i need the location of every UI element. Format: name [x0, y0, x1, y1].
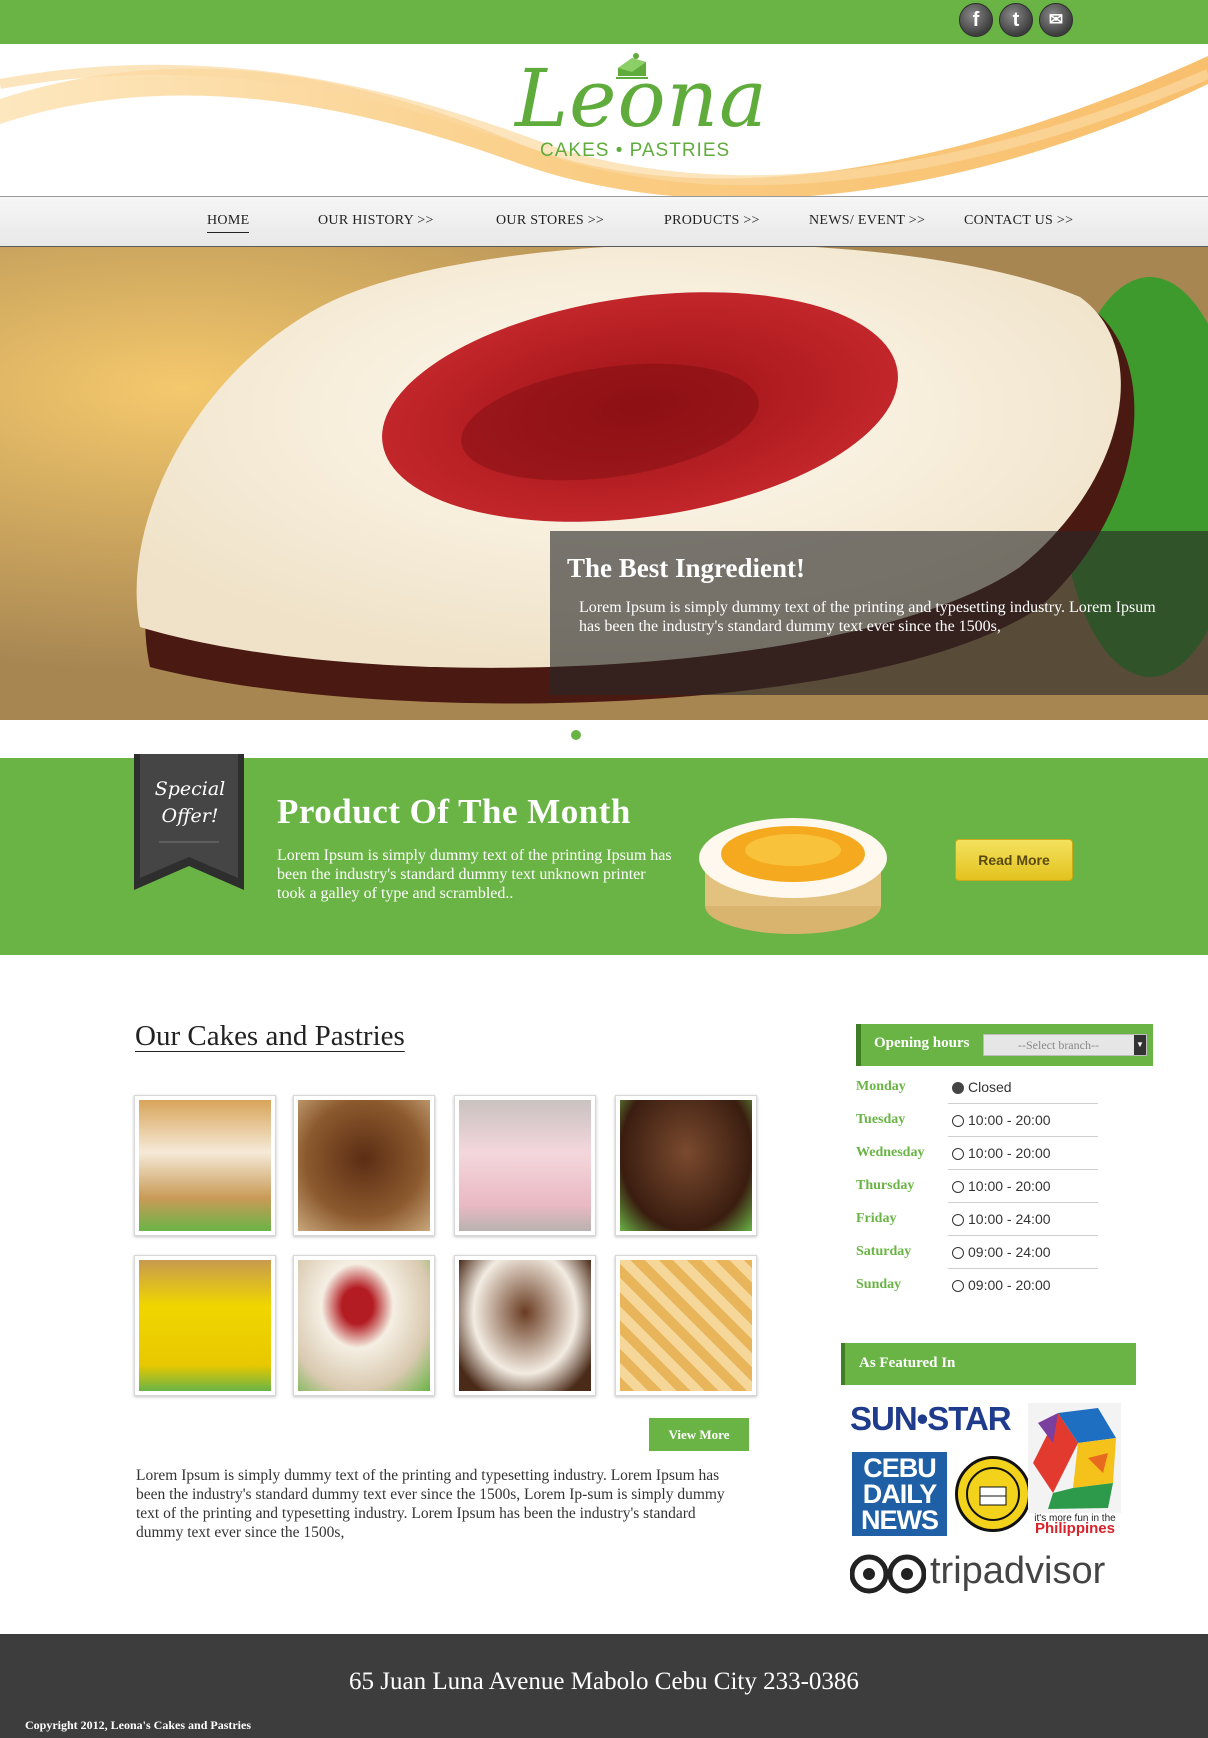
- footer-copyright: Copyright 2012, Leona's Cakes and Pastri…: [25, 1718, 252, 1732]
- clock-icon: [952, 1181, 964, 1193]
- cake-thumb[interactable]: [454, 1255, 596, 1396]
- hours-row: Saturday 09:00 - 24:00: [856, 1236, 1098, 1269]
- hours-time: 10:00 - 20:00: [948, 1104, 1098, 1137]
- view-more-button[interactable]: View More: [649, 1418, 749, 1451]
- closed-icon: [952, 1082, 964, 1094]
- seal-icon: [966, 1467, 1020, 1521]
- hours-row: Tuesday 10:00 - 20:00: [856, 1104, 1098, 1137]
- cebu-city-seal-logo[interactable]: [955, 1456, 1031, 1532]
- facebook-icon[interactable]: f: [959, 3, 993, 37]
- hours-day: Sunday: [856, 1277, 902, 1292]
- hours-time: Closed: [948, 1071, 1098, 1104]
- cake-image: [139, 1260, 271, 1391]
- featured-title: As Featured In: [859, 1355, 956, 1371]
- read-more-button[interactable]: Read More: [955, 839, 1073, 881]
- potm-text: Lorem Ipsum is simply dummy text of the …: [277, 847, 672, 902]
- cake-image: [298, 1100, 430, 1231]
- hero-caption: The Best Ingredient! Lorem Ipsum is simp…: [550, 531, 1208, 695]
- hours-row: Thursday 10:00 - 20:00: [856, 1170, 1098, 1203]
- nav-news-event[interactable]: NEWS/ EVENT >>: [809, 213, 925, 229]
- hero-title: The Best Ingredient!: [567, 553, 806, 583]
- hero-slider[interactable]: The Best Ingredient! Lorem Ipsum is simp…: [0, 247, 1208, 720]
- cake-thumb[interactable]: [615, 1255, 757, 1396]
- clock-icon: [952, 1115, 964, 1127]
- hours-time: 10:00 - 20:00: [948, 1137, 1098, 1170]
- slider-dot[interactable]: [571, 730, 581, 740]
- clock-icon: [952, 1280, 964, 1292]
- hours-time: 10:00 - 24:00: [948, 1203, 1098, 1236]
- clock-icon: [952, 1214, 964, 1226]
- hours-time: 10:00 - 20:00: [948, 1170, 1098, 1203]
- hours-day: Tuesday: [856, 1112, 906, 1127]
- hours-row: Monday Closed: [856, 1071, 1098, 1104]
- hero-text: Lorem Ipsum is simply dummy text of the …: [579, 599, 1156, 635]
- cake-image: [620, 1260, 752, 1391]
- hours-day: Wednesday: [856, 1145, 925, 1160]
- cake-thumb[interactable]: [293, 1255, 435, 1396]
- tripadvisor-owl-icon: [850, 1554, 926, 1594]
- special-offer-label: Special Offer!: [154, 778, 226, 827]
- hours-day: Friday: [856, 1211, 897, 1226]
- cake-image: [298, 1260, 430, 1391]
- branch-select[interactable]: --Select branch-- ▼: [983, 1034, 1147, 1056]
- brand-logo[interactable]: Leona: [515, 52, 768, 145]
- cake-thumb[interactable]: [293, 1095, 435, 1236]
- hours-day: Thursday: [856, 1178, 915, 1193]
- sunstar-logo[interactable]: SUN•STAR: [850, 1400, 1012, 1438]
- nav-our-stores[interactable]: OUR STORES >>: [496, 213, 604, 229]
- footer: 65 Juan Luna Avenue Mabolo Cebu City 233…: [0, 1634, 1208, 1738]
- nav-contact-us[interactable]: CONTACT US >>: [964, 213, 1073, 229]
- footer-address: 65 Juan Luna Avenue Mabolo Cebu City 233…: [349, 1668, 859, 1695]
- hours-day: Saturday: [856, 1244, 912, 1259]
- main-nav: HOME OUR HISTORY >> OUR STORES >> PRODUC…: [0, 196, 1208, 247]
- clock-icon: [952, 1148, 964, 1160]
- opening-hours-header: Opening hours --Select branch-- ▼: [856, 1024, 1153, 1066]
- hours-row: Sunday 09:00 - 20:00: [856, 1269, 1096, 1302]
- cake-image: [620, 1100, 752, 1231]
- chevron-down-icon[interactable]: ▼: [1134, 1035, 1146, 1055]
- branch-select-value: --Select branch--: [1018, 1038, 1099, 1052]
- potm-cake-image: [699, 818, 887, 934]
- top-bar: f t ✉: [0, 0, 1208, 44]
- hours-row: Friday 10:00 - 24:00: [856, 1203, 1098, 1236]
- cake-thumb[interactable]: [134, 1095, 276, 1236]
- nav-home[interactable]: HOME: [207, 213, 250, 233]
- tripadvisor-logo[interactable]: tripadvisor: [930, 1550, 1105, 1593]
- header: Leona CAKES • PASTRIES: [0, 44, 1208, 196]
- twitter-icon[interactable]: t: [999, 3, 1033, 37]
- hours-time: 09:00 - 20:00: [948, 1269, 1098, 1302]
- cake-thumb[interactable]: [134, 1255, 276, 1396]
- hours-day: Monday: [856, 1079, 906, 1094]
- cakes-description: Lorem Ipsum is simply dummy text of the …: [136, 1467, 725, 1541]
- philippines-tagline: it's more fun in the Philippines: [1034, 1513, 1116, 1537]
- featured-header: As Featured In: [841, 1343, 1136, 1385]
- nav-products[interactable]: PRODUCTS >>: [664, 213, 760, 229]
- opening-hours-title: Opening hours: [874, 1035, 970, 1051]
- potm-title: Product Of The Month: [277, 792, 631, 831]
- cake-thumb[interactable]: [454, 1095, 596, 1236]
- cake-thumb[interactable]: [615, 1095, 757, 1236]
- hours-time: 09:00 - 24:00: [948, 1236, 1098, 1269]
- cebu-daily-news-logo[interactable]: CEBU DAILY NEWS: [852, 1452, 947, 1536]
- nav-our-history[interactable]: OUR HISTORY >>: [318, 213, 434, 229]
- brand-tagline: CAKES • PASTRIES: [540, 140, 731, 161]
- cake-image: [459, 1260, 591, 1391]
- hours-row: Wednesday 10:00 - 20:00: [856, 1137, 1098, 1170]
- clock-icon: [952, 1247, 964, 1259]
- product-of-month: Special Offer! Product Of The Month Lore…: [0, 754, 1208, 955]
- mail-icon[interactable]: ✉: [1039, 3, 1073, 37]
- cake-image: [459, 1100, 591, 1231]
- cakes-section-title: Our Cakes and Pastries: [135, 1020, 405, 1052]
- cake-image: [139, 1100, 271, 1231]
